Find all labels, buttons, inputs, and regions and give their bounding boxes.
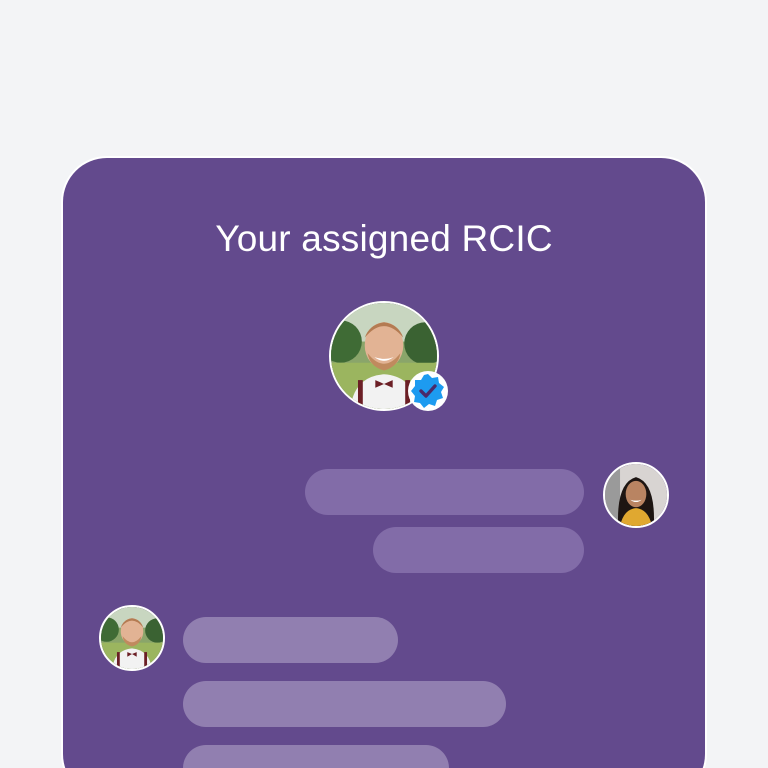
outgoing-message-placeholder xyxy=(305,469,584,515)
rcic-card: Your assigned RCIC xyxy=(63,158,705,768)
rcic-small-photo xyxy=(101,607,163,669)
incoming-message-placeholder xyxy=(183,681,506,727)
verified-badge-icon xyxy=(407,370,449,412)
incoming-message-placeholder xyxy=(183,745,449,768)
outgoing-message-placeholder xyxy=(373,527,584,573)
user-photo xyxy=(605,464,667,526)
page: Your assigned RCIC xyxy=(0,0,768,768)
rcic-small-avatar xyxy=(99,605,165,671)
card-title: Your assigned RCIC xyxy=(215,218,553,259)
user-avatar xyxy=(603,462,669,528)
incoming-message-placeholder xyxy=(183,617,398,663)
